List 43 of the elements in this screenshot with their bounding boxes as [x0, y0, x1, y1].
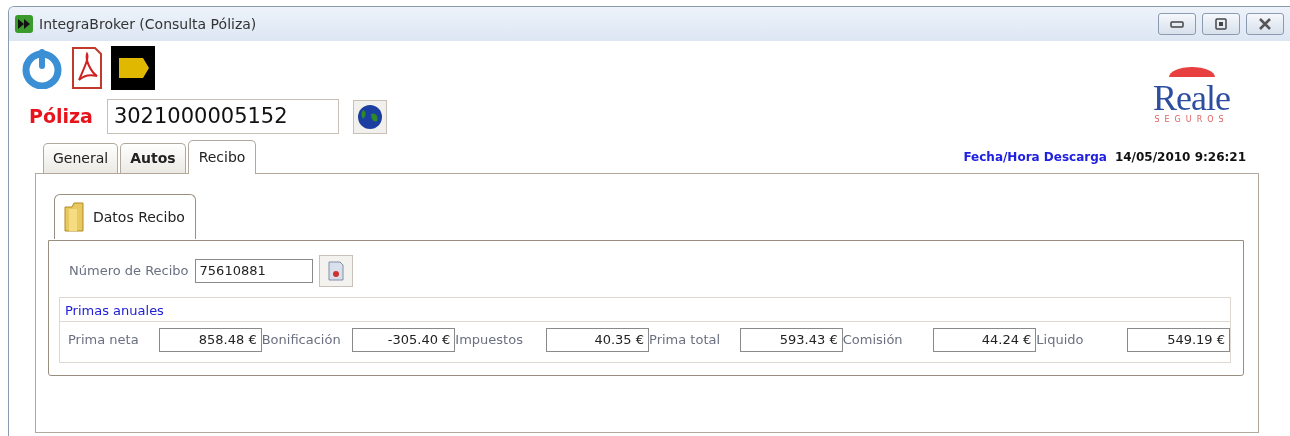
recibo-label: Número de Recibo — [69, 262, 189, 281]
field-label: Impuestos — [455, 331, 523, 350]
logo-text: Reale — [1153, 79, 1230, 116]
globe-button[interactable] — [352, 99, 387, 134]
document-icon — [326, 260, 345, 282]
logo-tagline: SEGUROS — [1153, 115, 1230, 124]
power-button[interactable] — [21, 47, 63, 89]
pdf-button[interactable] — [71, 46, 103, 90]
poliza-field[interactable]: 3021000005152 — [106, 99, 339, 134]
close-button[interactable] — [1246, 13, 1284, 35]
amount-field[interactable]: 549.19 € — [1127, 328, 1231, 352]
maximize-button[interactable] — [1202, 13, 1240, 35]
recibo-field[interactable]: 75610881 — [194, 259, 313, 283]
window-title: IntegraBroker (Consulta Póliza) — [39, 14, 258, 34]
amount-field[interactable]: 44.24 € — [933, 328, 1037, 352]
tab[interactable]: Datos Recibo — [54, 194, 196, 239]
tab[interactable]: General — [43, 143, 119, 173]
pdf-document-icon — [71, 46, 103, 90]
amount-field[interactable]: -305.40 € — [352, 328, 456, 352]
document-button[interactable] — [318, 255, 353, 287]
power-icon — [21, 47, 63, 89]
minimize-icon — [1170, 20, 1184, 28]
field-label: Prima neta — [68, 331, 139, 350]
logo-arc-icon — [1166, 67, 1217, 77]
download-label: Fecha/Hora Descarga — [963, 148, 1107, 166]
amount-field[interactable]: 40.35 € — [546, 328, 649, 352]
close-icon — [1258, 18, 1272, 30]
folder-icon — [63, 201, 85, 233]
amount-field[interactable]: 593.43 € — [739, 328, 843, 352]
tab-label: Datos Recibo — [93, 207, 185, 227]
tab[interactable]: Recibo — [187, 140, 257, 174]
field-label: Comisión — [842, 331, 903, 350]
tab[interactable]: Autos — [120, 143, 186, 173]
minimize-button[interactable] — [1158, 13, 1196, 35]
download-datetime: 14/05/2010 9:26:21 — [1114, 148, 1246, 166]
field-label: Liquido — [1036, 331, 1084, 350]
maximize-icon — [1215, 18, 1227, 30]
field-label: Prima total — [649, 331, 721, 350]
poliza-label: Póliza — [29, 104, 93, 130]
group-title: Primas anuales — [60, 298, 1230, 322]
globe-icon — [356, 103, 383, 130]
amount-field[interactable]: 858.48 € — [158, 328, 262, 352]
field-label: Bonificación — [261, 331, 341, 350]
